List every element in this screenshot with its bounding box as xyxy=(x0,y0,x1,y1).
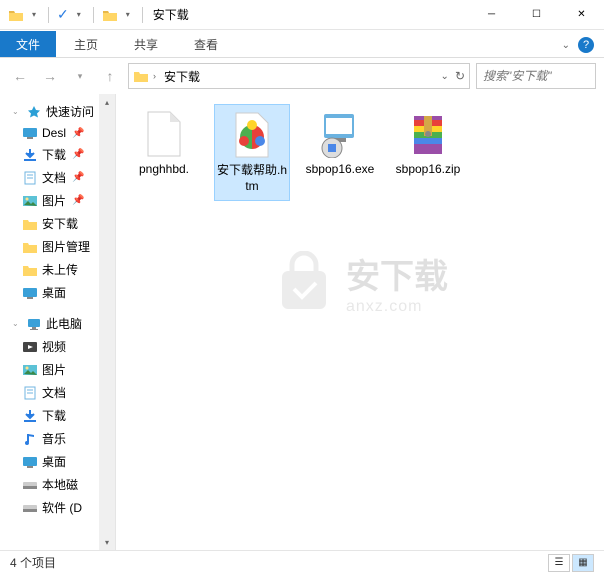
sidebar-item[interactable]: 本地磁 xyxy=(0,473,115,496)
scrollbar[interactable]: ▴ ▾ xyxy=(99,94,115,550)
sidebar-item[interactable]: 下载 xyxy=(0,404,115,427)
folder-icon xyxy=(102,8,118,22)
tab-view[interactable]: 查看 xyxy=(176,31,236,57)
watermark-cn: 安下载 xyxy=(346,249,448,298)
breadcrumb-segment[interactable]: 安下载 xyxy=(160,66,204,87)
blank-icon xyxy=(140,110,188,158)
view-toggle: ☰ ▦ xyxy=(548,554,594,572)
maximize-button[interactable]: ☐ xyxy=(514,0,559,30)
sidebar-item[interactable]: 视频 xyxy=(0,335,115,358)
sidebar-item[interactable]: 图片📌 xyxy=(0,189,115,212)
zip-icon xyxy=(404,110,452,158)
titlebar: ▾ ✓ ▾ ▾ 安下载 ─ ☐ ✕ xyxy=(0,0,604,30)
recent-dropdown[interactable]: ▾ xyxy=(68,64,92,88)
file-label: pnghhbd. xyxy=(139,162,189,178)
watermark-en: anxz.com xyxy=(346,298,448,316)
back-button[interactable]: ← xyxy=(8,64,32,88)
window-title: 安下载 xyxy=(153,6,189,23)
tab-file[interactable]: 文件 xyxy=(0,31,56,57)
tab-home[interactable]: 主页 xyxy=(56,31,116,57)
sidebar-item[interactable]: 下载📌 xyxy=(0,143,115,166)
tab-share[interactable]: 共享 xyxy=(116,31,176,57)
sidebar-item[interactable]: 图片管理 xyxy=(0,235,115,258)
scroll-down-icon[interactable]: ▾ xyxy=(99,534,115,550)
icons-view-button[interactable]: ▦ xyxy=(572,554,594,572)
file-item[interactable]: sbpop16.exe xyxy=(302,104,378,201)
this-pc-group[interactable]: ⌄此电脑 xyxy=(0,312,115,335)
main-area: ⌄快速访问Desl📌下载📌文档📌图片📌安下载图片管理未上传桌面⌄此电脑视频图片文… xyxy=(0,94,604,550)
sidebar-item[interactable]: 未上传 xyxy=(0,258,115,281)
sidebar-item[interactable]: 音乐 xyxy=(0,427,115,450)
refresh-icon[interactable]: ↻ xyxy=(455,69,465,83)
folder-icon xyxy=(8,8,24,22)
file-label: 安下载帮助.htm xyxy=(217,163,287,194)
folder-icon xyxy=(133,69,149,83)
quick-access-toolbar: ▾ ✓ ▾ ▾ xyxy=(0,6,147,23)
navigation-pane: ⌄快速访问Desl📌下载📌文档📌图片📌安下载图片管理未上传桌面⌄此电脑视频图片文… xyxy=(0,94,116,550)
file-label: sbpop16.exe xyxy=(306,162,375,178)
item-count: 4 个项目 xyxy=(10,554,56,571)
quick-access-group[interactable]: ⌄快速访问 xyxy=(0,100,115,123)
file-item[interactable]: sbpop16.zip xyxy=(390,104,466,201)
file-item[interactable]: pnghhbd. xyxy=(126,104,202,201)
separator xyxy=(93,7,94,23)
chevron-down-icon[interactable]: ⌄ xyxy=(441,71,449,82)
help-icon[interactable]: ? xyxy=(578,37,594,53)
watermark: 安下载 anxz.com xyxy=(272,249,448,316)
navigation-row: ← → ▾ ↑ › 安下载 ⌄ ↻ xyxy=(0,58,604,94)
qat-dropdown-icon[interactable]: ▾ xyxy=(28,10,40,19)
sidebar-item[interactable]: 桌面 xyxy=(0,450,115,473)
sidebar-item[interactable]: Desl📌 xyxy=(0,123,115,143)
expand-ribbon-icon[interactable]: ⌄ xyxy=(562,40,570,51)
separator xyxy=(48,7,49,23)
sidebar-item[interactable]: 文档📌 xyxy=(0,166,115,189)
separator xyxy=(142,7,143,23)
chevron-right-icon[interactable]: › xyxy=(153,71,156,81)
exe-icon xyxy=(316,110,364,158)
close-button[interactable]: ✕ xyxy=(559,0,604,30)
sidebar-item[interactable]: 安下载 xyxy=(0,212,115,235)
sidebar-item[interactable]: 图片 xyxy=(0,358,115,381)
htm-icon xyxy=(228,111,276,159)
details-view-button[interactable]: ☰ xyxy=(548,554,570,572)
file-item[interactable]: 安下载帮助.htm xyxy=(214,104,290,201)
up-button[interactable]: ↑ xyxy=(98,64,122,88)
qat-dropdown-icon[interactable]: ▾ xyxy=(122,10,134,19)
sidebar-item[interactable]: 软件 (D xyxy=(0,496,115,519)
search-box[interactable] xyxy=(476,63,596,89)
window-controls: ─ ☐ ✕ xyxy=(469,0,604,30)
search-input[interactable] xyxy=(483,69,589,83)
minimize-button[interactable]: ─ xyxy=(469,0,514,30)
qat-dropdown-icon[interactable]: ▾ xyxy=(73,10,85,19)
address-bar[interactable]: › 安下载 ⌄ ↻ xyxy=(128,63,470,89)
sidebar-item[interactable]: 桌面 xyxy=(0,281,115,304)
file-list[interactable]: pnghhbd.安下载帮助.htmsbpop16.exesbpop16.zip … xyxy=(116,94,604,550)
forward-button[interactable]: → xyxy=(38,64,62,88)
sidebar-item[interactable]: 文档 xyxy=(0,381,115,404)
statusbar: 4 个项目 ☰ ▦ xyxy=(0,550,604,574)
scroll-up-icon[interactable]: ▴ xyxy=(99,94,115,110)
check-icon[interactable]: ✓ xyxy=(57,6,69,23)
file-label: sbpop16.zip xyxy=(396,162,461,178)
ribbon: 文件 主页 共享 查看 ⌄ ? xyxy=(0,30,604,58)
